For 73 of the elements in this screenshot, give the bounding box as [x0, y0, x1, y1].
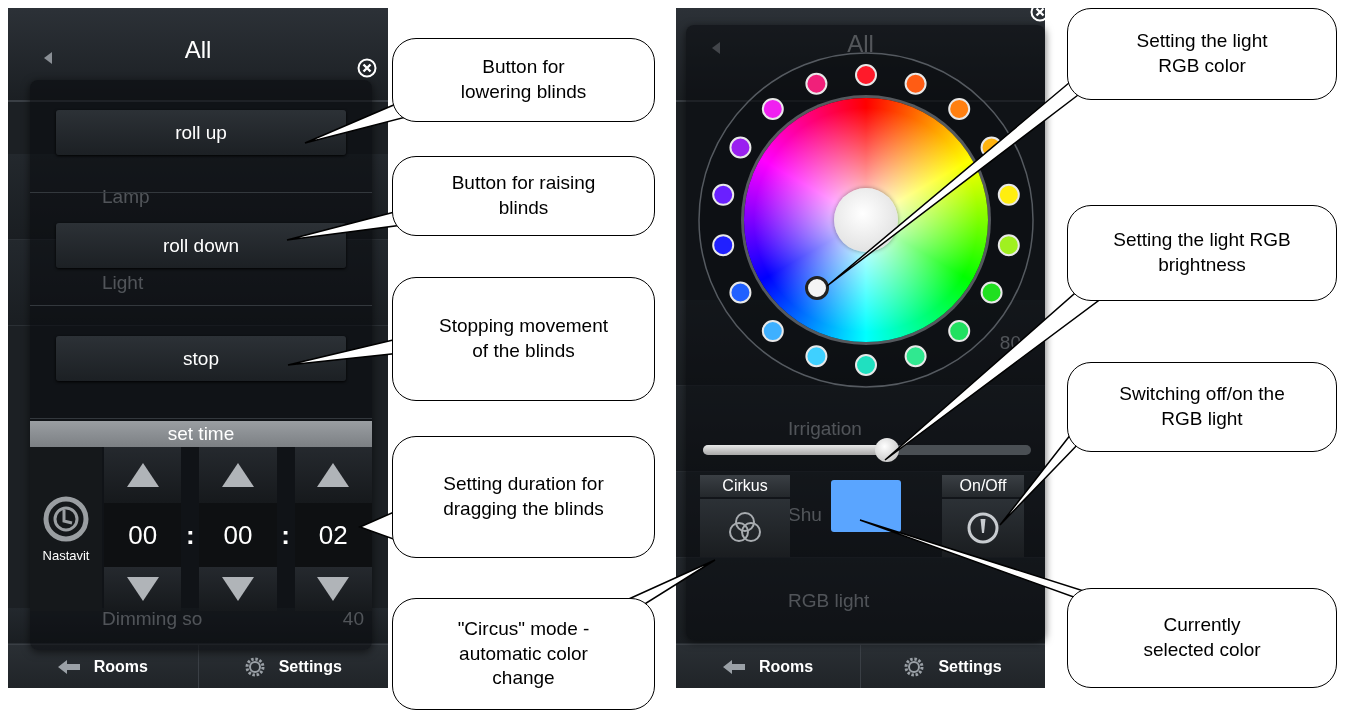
color-swatch[interactable]: [805, 72, 828, 95]
circus-mode-button[interactable]: [700, 499, 790, 557]
timer-header: set time: [30, 421, 372, 447]
screen-title: All: [184, 36, 212, 64]
increase-button[interactable]: [294, 447, 372, 503]
back-arrow-icon[interactable]: [44, 52, 52, 64]
device-name: Dimming so: [102, 608, 203, 630]
color-swatch[interactable]: [980, 281, 1003, 304]
increase-button[interactable]: [199, 447, 277, 503]
device-name: Lamp: [102, 185, 150, 208]
power-button[interactable]: [942, 499, 1024, 557]
blinds-button[interactable]: roll up: [56, 110, 346, 155]
timer-icon: [43, 495, 89, 542]
callout-text: "Circus" mode - automatic color change: [456, 616, 591, 691]
callout-text: Button for raising blinds: [450, 171, 597, 220]
settings-button[interactable]: Settings: [198, 645, 388, 688]
callout-text: Setting the light RGB color: [1135, 29, 1269, 78]
color-swatch[interactable]: [904, 72, 927, 95]
decrease-button[interactable]: [294, 567, 372, 611]
up-triangle-icon: [222, 463, 254, 487]
callout-text: Stopping movement of the blinds: [439, 314, 608, 363]
time-value: 00: [199, 503, 277, 567]
callout-text: Setting the light RGB brightness: [1112, 228, 1292, 277]
device-name: Shu: [788, 503, 822, 526]
power-label: On/Off: [942, 475, 1024, 497]
callout-text: Setting duration for dragging the blinds: [442, 472, 605, 521]
time-separator: :: [185, 518, 196, 552]
color-swatch[interactable]: [805, 345, 828, 368]
settings-icon: [904, 656, 925, 677]
color-swatch[interactable]: [712, 183, 735, 206]
color-swatch[interactable]: [997, 234, 1020, 257]
color-swatch[interactable]: [904, 345, 927, 368]
color-swatch[interactable]: [712, 234, 735, 257]
left-arrow-icon: [722, 659, 745, 674]
device-name: RGB light: [788, 589, 870, 612]
overlapping-circles-icon: [728, 511, 762, 545]
down-triangle-icon: [126, 577, 159, 601]
up-triangle-icon: [126, 463, 159, 487]
device-value: 40: [342, 608, 364, 630]
color-swatch[interactable]: [761, 97, 784, 120]
decrease-button[interactable]: [104, 567, 182, 611]
callout-text: Button for lowering blinds: [459, 55, 588, 104]
close-icon[interactable]: [357, 58, 377, 78]
color-swatch[interactable]: [997, 183, 1020, 206]
color-swatch[interactable]: [729, 281, 752, 304]
decrease-button[interactable]: [199, 567, 277, 611]
color-swatch[interactable]: [948, 320, 971, 343]
rooms-button[interactable]: Rooms: [676, 645, 861, 688]
time-value: 02: [294, 503, 372, 567]
blinds-button[interactable]: roll down: [56, 223, 346, 268]
color-swatch[interactable]: [729, 136, 752, 159]
down-triangle-icon: [317, 577, 350, 601]
settings-button[interactable]: Settings: [861, 645, 1045, 688]
time-value: 00: [104, 503, 182, 567]
set-timer-button[interactable]: Nastavit: [30, 447, 102, 611]
screen-title: All: [847, 30, 874, 58]
blinds-button[interactable]: stop: [56, 336, 346, 381]
rooms-button[interactable]: Rooms: [8, 645, 199, 688]
down-triangle-icon: [222, 577, 254, 601]
device-name: Irrigation: [788, 417, 862, 440]
increase-button[interactable]: [104, 447, 182, 503]
callout-text: Currently selected color: [1142, 613, 1262, 662]
left-arrow-icon: [57, 659, 80, 674]
up-triangle-icon: [317, 463, 350, 487]
color-swatch[interactable]: [761, 320, 784, 343]
power-icon: [966, 511, 1000, 545]
callout-text: Switching off/on the RGB light: [1118, 382, 1286, 431]
color-swatch[interactable]: [948, 97, 971, 120]
time-separator: :: [280, 518, 291, 552]
brightness-slider[interactable]: [703, 438, 1031, 462]
device-name: Light: [102, 271, 144, 294]
mode-label: Cirkus: [700, 475, 790, 497]
settings-icon: [244, 656, 265, 677]
